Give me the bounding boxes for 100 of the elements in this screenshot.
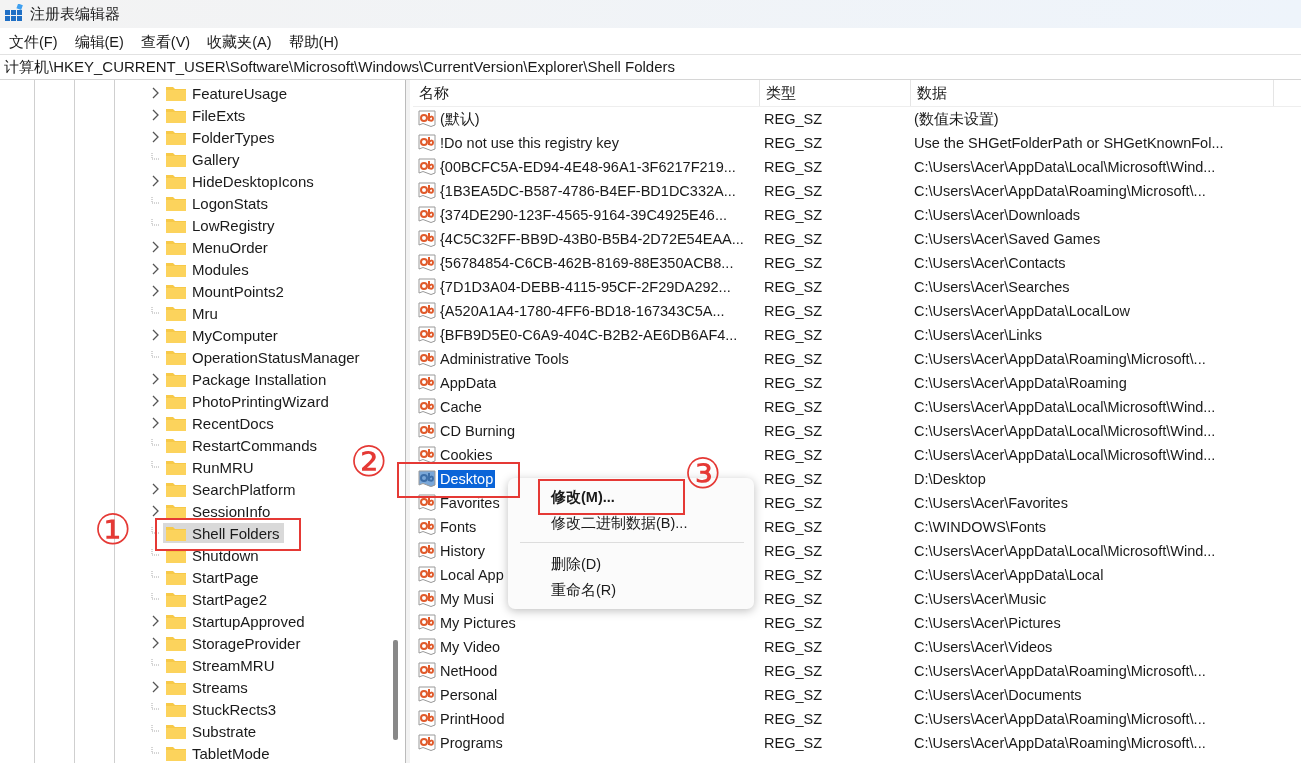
tree-item[interactable]: Mru — [163, 303, 222, 323]
folder-icon — [165, 436, 187, 454]
tree-item[interactable]: StartPage2 — [163, 589, 272, 609]
tree-item[interactable]: RestartCommands — [163, 435, 322, 455]
value-data: C:\Users\Acer\AppData\Roaming\Microsoft\... — [913, 663, 1206, 679]
folder-icon — [165, 590, 187, 608]
context-menu-item[interactable]: 重命名(R) — [508, 577, 754, 603]
tree-item[interactable]: SearchPlatform — [163, 479, 300, 499]
folder-icon — [165, 106, 187, 124]
folder-icon — [165, 744, 187, 762]
tree-item[interactable]: Substrate — [163, 721, 261, 741]
tree-item[interactable]: HideDesktopIcons — [163, 171, 318, 191]
value-name[interactable]: AppData — [438, 374, 499, 392]
value-name[interactable]: (默认) — [438, 108, 482, 130]
value-type: REG_SZ — [763, 711, 823, 727]
chevron-icon[interactable] — [151, 175, 161, 187]
column-header[interactable]: 名称 — [413, 80, 760, 106]
column-header[interactable]: 类型 — [760, 80, 911, 106]
value-name[interactable]: NetHood — [438, 662, 500, 680]
menu-item[interactable]: 查看(V) — [133, 30, 199, 52]
tree-item[interactable]: StartupApproved — [163, 611, 309, 631]
tree-item[interactable]: Package Installation — [163, 369, 331, 389]
value-type: REG_SZ — [763, 615, 823, 631]
chevron-icon[interactable] — [151, 241, 161, 253]
chevron-icon[interactable] — [151, 637, 161, 649]
chevron-icon[interactable] — [151, 263, 161, 275]
tree-item[interactable]: LogonStats — [163, 193, 272, 213]
tree-item[interactable]: FeatureUsage — [163, 83, 292, 103]
chevron-icon[interactable] — [151, 109, 161, 121]
value-name[interactable]: {56784854-C6CB-462B-8169-88E350ACB8... — [438, 254, 736, 272]
column-header[interactable]: 数据 — [911, 80, 1274, 106]
value-name[interactable]: My Pictures — [438, 614, 518, 632]
tree-item[interactable]: MenuOrder — [163, 237, 272, 257]
scrollbar-thumb[interactable] — [393, 640, 398, 740]
chevron-icon[interactable] — [151, 615, 161, 627]
chevron-icon[interactable] — [151, 505, 161, 517]
menu-item[interactable]: 编辑(E) — [67, 30, 132, 52]
string-value-icon — [418, 590, 436, 608]
tree-item[interactable]: FileExts — [163, 105, 250, 125]
value-name[interactable]: Programs — [438, 734, 505, 752]
value-name[interactable]: Favorites — [438, 494, 502, 512]
value-name[interactable]: CD Burning — [438, 422, 517, 440]
chevron-icon[interactable] — [151, 395, 161, 407]
menu-item[interactable]: 文件(F) — [2, 30, 66, 52]
value-name[interactable]: !Do not use this registry key — [438, 134, 621, 152]
chevron-icon[interactable] — [151, 329, 161, 341]
value-name[interactable]: {BFB9D5E0-C6A9-404C-B2B2-AE6DB6AF4... — [438, 326, 740, 344]
tree-item[interactable]: SessionInfo — [163, 501, 275, 521]
window-title: 注册表编辑器 — [30, 4, 120, 24]
address-bar[interactable]: 计算机\HKEY_CURRENT_USER\Software\Microsoft\Windows\CurrentVersion\Explorer\Shell Folders — [0, 54, 1301, 80]
value-name[interactable]: {7D1D3A04-DEBB-4115-95CF-2F29DA292... — [438, 278, 733, 296]
tree-item[interactable]: TabletMode — [163, 743, 274, 763]
tree-item[interactable]: RecentDocs — [163, 413, 278, 433]
tree-item[interactable]: RunMRU — [163, 457, 258, 477]
value-name[interactable]: Administrative Tools — [438, 350, 571, 368]
tree-item[interactable]: LowRegistry — [163, 215, 279, 235]
value-name[interactable]: {1B3EA5DC-B587-4786-B4EF-BD1DC332A... — [438, 182, 738, 200]
tree-item[interactable]: StorageProvider — [163, 633, 305, 653]
value-name[interactable]: My Video — [438, 638, 503, 656]
chevron-icon[interactable] — [151, 681, 161, 693]
string-value-icon — [418, 278, 436, 296]
chevron-icon[interactable] — [151, 373, 161, 385]
tree-item[interactable]: MyComputer — [163, 325, 282, 345]
chevron-icon[interactable] — [151, 87, 161, 99]
tree-item[interactable]: Shutdown — [163, 545, 263, 565]
value-name[interactable]: {4C5C32FF-BB9D-43B0-B5B4-2D72E54EAA... — [438, 230, 746, 248]
folder-icon — [165, 216, 187, 234]
chevron-icon[interactable] — [151, 417, 161, 429]
tree-item[interactable]: Gallery — [163, 149, 244, 169]
value-name[interactable]: {A520A1A4-1780-4FF6-BD18-167343C5A... — [438, 302, 727, 320]
menu-item[interactable]: 帮助(H) — [281, 30, 347, 52]
chevron-icon[interactable] — [151, 483, 161, 495]
value-name[interactable]: History — [438, 542, 488, 560]
tree-item[interactable]: OperationStatusManager — [163, 347, 364, 367]
context-menu-item[interactable]: 删除(D) — [508, 551, 754, 577]
chevron-icon[interactable] — [151, 285, 161, 297]
value-name[interactable]: {00BCFC5A-ED94-4E48-96A1-3F6217F219... — [438, 158, 738, 176]
value-name[interactable]: Personal — [438, 686, 500, 704]
value-name[interactable]: Desktop — [438, 470, 496, 488]
tree-item[interactable]: Modules — [163, 259, 253, 279]
tree-item[interactable]: FolderTypes — [163, 127, 279, 147]
tree-item[interactable]: StuckRects3 — [163, 699, 281, 719]
tree-item[interactable]: PhotoPrintingWizard — [163, 391, 333, 411]
value-name[interactable]: PrintHood — [438, 710, 507, 728]
value-name[interactable]: Fonts — [438, 518, 479, 536]
tree-item[interactable]: StreamMRU — [163, 655, 279, 675]
tree-item[interactable]: StartPage — [163, 567, 263, 587]
tree-item[interactable]: MountPoints2 — [163, 281, 288, 301]
value-name[interactable]: {374DE290-123F-4565-9164-39C4925E46... — [438, 206, 729, 224]
value-name[interactable]: Cache — [438, 398, 484, 416]
tree-item[interactable]: Streams — [163, 677, 252, 697]
chevron-icon[interactable] — [151, 131, 161, 143]
context-menu-item[interactable]: 修改二进制数据(B)... — [508, 510, 754, 536]
registry-editor-icon — [4, 4, 24, 24]
value-name[interactable]: My Musi — [438, 590, 496, 608]
tree-item[interactable]: Shell Folders — [163, 523, 284, 543]
value-name[interactable]: Cookies — [438, 446, 495, 464]
value-name[interactable]: Local App — [438, 566, 506, 584]
menu-item[interactable]: 收藏夹(A) — [200, 30, 280, 52]
value-type: REG_SZ — [763, 567, 823, 583]
